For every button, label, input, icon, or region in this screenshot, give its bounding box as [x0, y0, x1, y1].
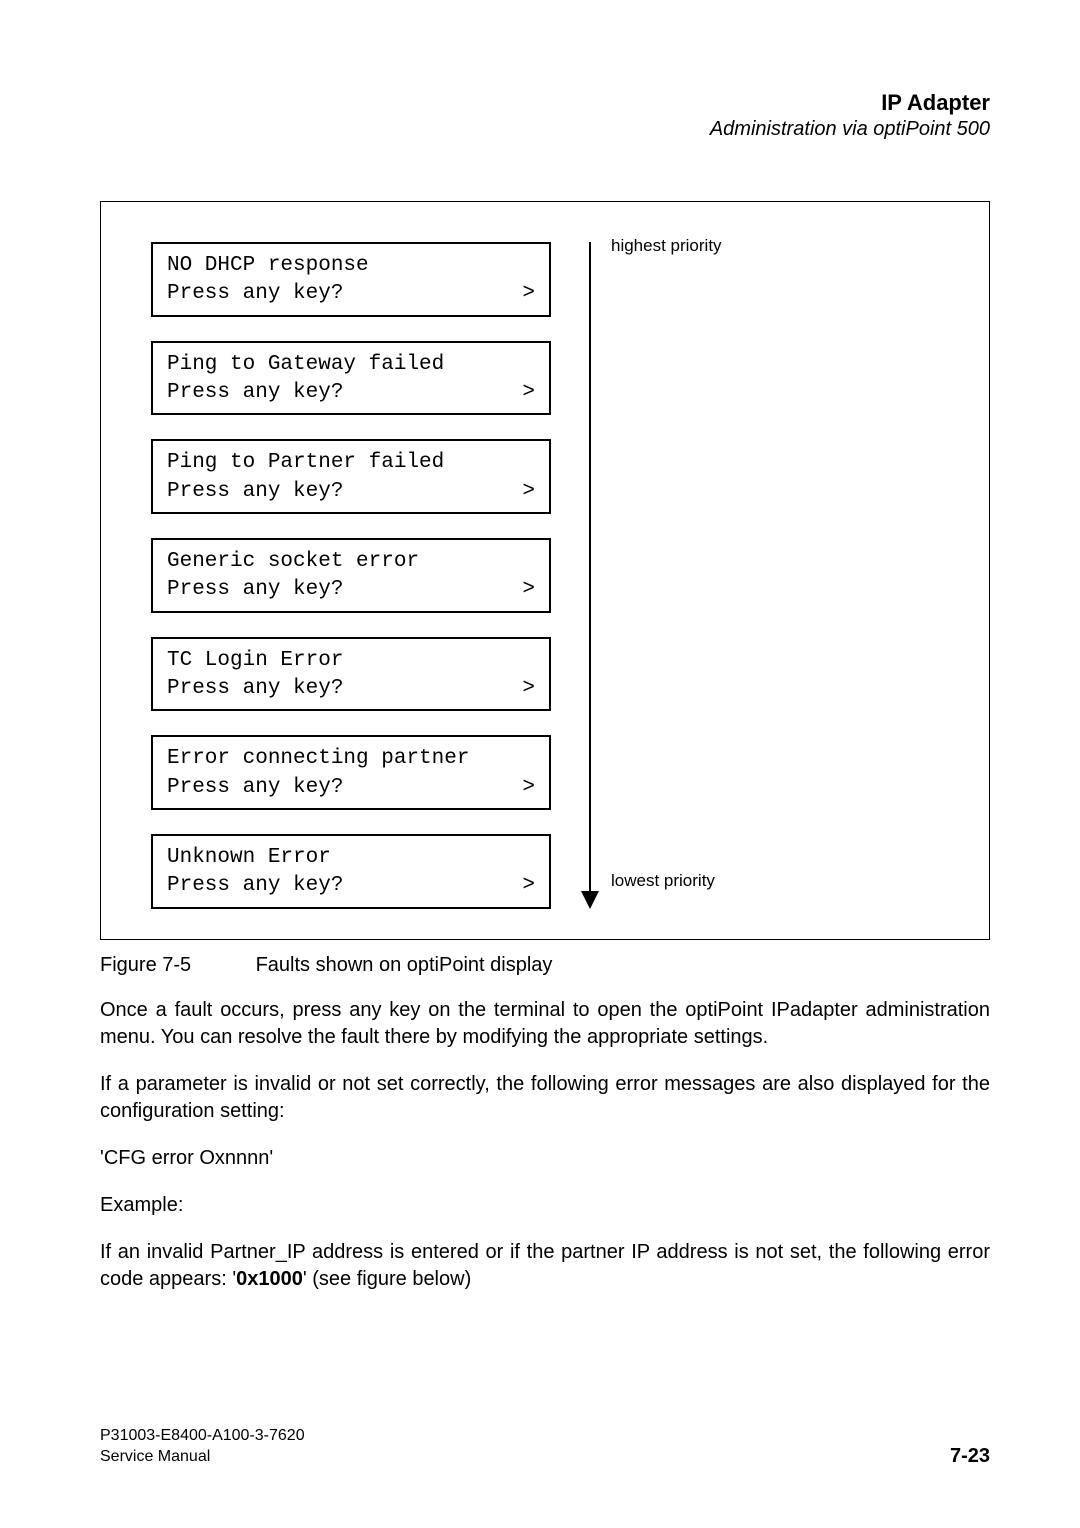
display-line2-text: Press any key?: [167, 379, 343, 407]
display-row: Error connecting partner Press any key? …: [151, 735, 581, 810]
header-title: IP Adapter: [100, 90, 990, 116]
display-marker: >: [522, 774, 535, 802]
body-paragraph-2: If a parameter is invalid or not set cor…: [100, 1071, 990, 1125]
priority-arrow-line: [589, 242, 591, 891]
footer-doc-id: P31003-E8400-A100-3-7620: [100, 1426, 305, 1447]
display-line2-text: Press any key?: [167, 675, 343, 703]
figure-caption-text: Faults shown on optiPoint display: [256, 954, 553, 976]
display-row: Ping to Gateway failed Press any key? >: [151, 341, 581, 416]
body-paragraph-5: If an invalid Partner_IP address is ente…: [100, 1239, 990, 1293]
page-footer: P31003-E8400-A100-3-7620 Service Manual …: [100, 1426, 990, 1468]
page-header: IP Adapter Administration via optiPoint …: [100, 90, 990, 141]
display-line2: Press any key? >: [167, 379, 535, 407]
display-line2-text: Press any key?: [167, 280, 343, 308]
figure-caption-label: Figure 7-5: [100, 954, 250, 977]
footer-doc-type: Service Manual: [100, 1447, 305, 1468]
footer-left: P31003-E8400-A100-3-7620 Service Manual: [100, 1426, 305, 1468]
display-box: NO DHCP response Press any key? >: [151, 242, 551, 317]
figure-row: NO DHCP response Press any key? > Ping t…: [151, 242, 939, 909]
display-boxes-stack: NO DHCP response Press any key? > Ping t…: [151, 242, 581, 909]
display-line2: Press any key? >: [167, 280, 535, 308]
display-row: Ping to Partner failed Press any key? >: [151, 439, 581, 514]
priority-label-top: highest priority: [611, 236, 722, 256]
display-line2: Press any key? >: [167, 774, 535, 802]
display-box: TC Login Error Press any key? >: [151, 637, 551, 712]
display-marker: >: [522, 379, 535, 407]
body-paragraph-3: 'CFG error Oxnnnn': [100, 1145, 990, 1172]
arrow-down-icon: [581, 891, 599, 909]
figure-right: highest priority lowest priority: [581, 242, 939, 909]
display-line2: Press any key? >: [167, 872, 535, 900]
display-line2-text: Press any key?: [167, 774, 343, 802]
display-line2: Press any key? >: [167, 478, 535, 506]
display-marker: >: [522, 576, 535, 604]
display-marker: >: [522, 872, 535, 900]
display-line1: Error connecting partner: [167, 745, 535, 773]
display-line1: TC Login Error: [167, 647, 535, 675]
body-p5-post: ' (see figure below): [303, 1268, 471, 1290]
priority-label-bottom: lowest priority: [611, 871, 715, 891]
display-line1: Generic socket error: [167, 548, 535, 576]
figure-caption: Figure 7-5 Faults shown on optiPoint dis…: [100, 954, 990, 977]
display-marker: >: [522, 280, 535, 308]
figure-left: NO DHCP response Press any key? > Ping t…: [151, 242, 581, 909]
display-line1: Unknown Error: [167, 844, 535, 872]
body-paragraph-1: Once a fault occurs, press any key on th…: [100, 997, 990, 1051]
display-line2: Press any key? >: [167, 576, 535, 604]
display-line1: NO DHCP response: [167, 252, 535, 280]
display-box: Error connecting partner Press any key? …: [151, 735, 551, 810]
page: IP Adapter Administration via optiPoint …: [0, 0, 1080, 1528]
display-line2-text: Press any key?: [167, 478, 343, 506]
display-line2: Press any key? >: [167, 675, 535, 703]
display-marker: >: [522, 675, 535, 703]
body-paragraph-4: Example:: [100, 1192, 990, 1219]
display-row: NO DHCP response Press any key? >: [151, 242, 581, 317]
display-box: Unknown Error Press any key? >: [151, 834, 551, 909]
display-line1: Ping to Gateway failed: [167, 351, 535, 379]
display-line1: Ping to Partner failed: [167, 449, 535, 477]
display-row: Generic socket error Press any key? >: [151, 538, 581, 613]
display-box: Ping to Gateway failed Press any key? >: [151, 341, 551, 416]
display-line2-text: Press any key?: [167, 872, 343, 900]
display-row: TC Login Error Press any key? >: [151, 637, 581, 712]
header-subtitle: Administration via optiPoint 500: [100, 118, 990, 141]
display-row: Unknown Error Press any key? >: [151, 834, 581, 909]
display-box: Ping to Partner failed Press any key? >: [151, 439, 551, 514]
display-marker: >: [522, 478, 535, 506]
display-line2-text: Press any key?: [167, 576, 343, 604]
figure-frame: NO DHCP response Press any key? > Ping t…: [100, 201, 990, 940]
body-p5-pre: If an invalid Partner_IP address is ente…: [100, 1241, 990, 1290]
display-box: Generic socket error Press any key? >: [151, 538, 551, 613]
body-p5-code: 0x1000: [236, 1268, 303, 1290]
page-number: 7-23: [950, 1445, 990, 1468]
